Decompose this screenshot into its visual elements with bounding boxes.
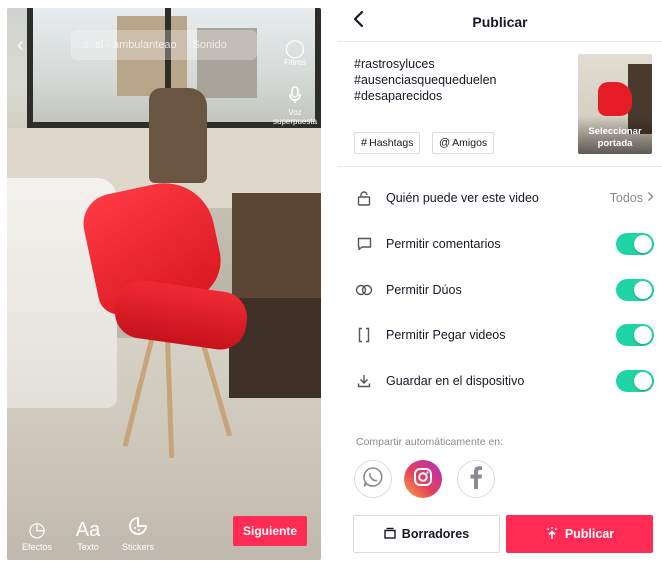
header: Publicar	[338, 0, 662, 42]
stitch-toggle[interactable]	[616, 324, 654, 346]
toggle-knob	[634, 235, 652, 253]
cover-chair	[598, 82, 632, 116]
caption-input[interactable]: #rastrosyluces #ausenciasquequeduelen #d…	[354, 56, 574, 104]
hashtags-label: Hashtags	[369, 137, 414, 149]
share-instagram-button[interactable]	[404, 460, 442, 498]
whatsapp-icon	[362, 466, 384, 493]
hashtags-chip[interactable]: # Hashtags	[354, 132, 421, 154]
sound-label: Sonido	[192, 39, 227, 51]
save-device-toggle[interactable]	[616, 370, 654, 392]
duets-toggle[interactable]	[616, 279, 654, 301]
voiceover-tool[interactable]: Voz superpuesta	[273, 86, 317, 126]
screen: ‹ ♫ sl - ambulanteao Sonido ◯ Filtros Vo…	[0, 0, 662, 564]
comments-row: Permitir comentarios	[354, 231, 654, 257]
duets-row: Permitir Dúos	[354, 277, 654, 303]
publish-screen: Publicar #rastrosyluces #ausenciasqueque…	[338, 0, 662, 564]
duet-icon	[354, 280, 374, 300]
filters-label: Filtros	[284, 58, 306, 67]
save-device-label: Guardar en el dispositivo	[386, 374, 525, 388]
privacy-value: Todos	[610, 191, 654, 205]
sound-chip[interactable]: ♫ sl - ambulanteao Sonido	[71, 30, 257, 60]
stickers-tool[interactable]: Stickers	[116, 516, 160, 552]
privacy-value-text: Todos	[609, 191, 643, 205]
back-chevron-icon[interactable]: ‹	[17, 34, 24, 57]
stitch-icon	[354, 325, 374, 345]
filters-icon: ◯	[284, 38, 306, 58]
jacket	[149, 88, 207, 183]
filters-tool[interactable]: ◯ Filtros	[273, 38, 317, 67]
page-title: Publicar	[472, 14, 528, 30]
text-tool[interactable]: Aa Texto	[66, 518, 110, 552]
stickers-label: Stickers	[121, 542, 154, 552]
share-facebook-button[interactable]	[457, 460, 495, 498]
privacy-label: Quién puede ver este video	[386, 191, 539, 205]
comments-label: Permitir comentarios	[386, 237, 501, 251]
save-device-row: Guardar en el dispositivo	[354, 368, 654, 394]
share-whatsapp-button[interactable]	[354, 460, 392, 498]
facebook-icon	[469, 465, 483, 494]
publish-label: Publicar	[564, 527, 615, 541]
desk	[232, 193, 321, 313]
download-icon	[354, 371, 374, 391]
effects-tool[interactable]: ◷ Efectos	[15, 518, 59, 552]
duets-label: Permitir Dúos	[386, 283, 462, 297]
at-sign-icon: @	[439, 137, 451, 149]
share-label: Compartir automáticamente en:	[356, 436, 504, 448]
toggle-knob	[634, 372, 652, 390]
hashtag-icon: #	[361, 137, 368, 149]
lock-icon	[354, 188, 374, 208]
effects-timer-icon: ◷	[28, 519, 46, 541]
drafts-button[interactable]: Borradores	[353, 515, 500, 553]
sound-song-name: sl - ambulanteao	[95, 39, 177, 51]
text-aa-icon: Aa	[75, 519, 101, 541]
drafts-icon	[384, 527, 396, 542]
toggle-knob	[634, 326, 652, 344]
stitch-label: Permitir Pegar videos	[386, 328, 506, 342]
toggle-knob	[634, 281, 652, 299]
music-note-icon: ♫	[81, 39, 90, 51]
comment-icon	[354, 234, 374, 254]
divider	[338, 166, 662, 167]
cover-selector[interactable]: Seleccionar portada	[578, 54, 652, 154]
microphone-icon	[273, 86, 317, 108]
cover-label: Seleccionar portada	[588, 126, 642, 149]
chevron-right-icon	[647, 191, 654, 205]
publish-button[interactable]: Publicar	[506, 515, 653, 553]
comments-toggle[interactable]	[616, 233, 654, 255]
publish-spark-icon	[545, 526, 559, 543]
voiceover-label: Voz superpuesta	[273, 108, 318, 126]
effects-label: Efectos	[21, 542, 52, 552]
friends-label: Amigos	[452, 137, 488, 149]
sticker-icon	[116, 516, 160, 542]
friends-chip[interactable]: @ Amigos	[432, 132, 495, 154]
drafts-label: Borradores	[401, 527, 470, 541]
privacy-row[interactable]: Quién puede ver este video Todos	[354, 185, 654, 211]
text-label: Texto	[77, 542, 99, 552]
stitch-row: Permitir Pegar videos	[354, 322, 654, 348]
instagram-icon	[412, 466, 434, 493]
next-button[interactable]: Siguiente	[233, 516, 307, 546]
video-editor-preview: ‹ ♫ sl - ambulanteao Sonido ◯ Filtros Vo…	[7, 8, 321, 560]
